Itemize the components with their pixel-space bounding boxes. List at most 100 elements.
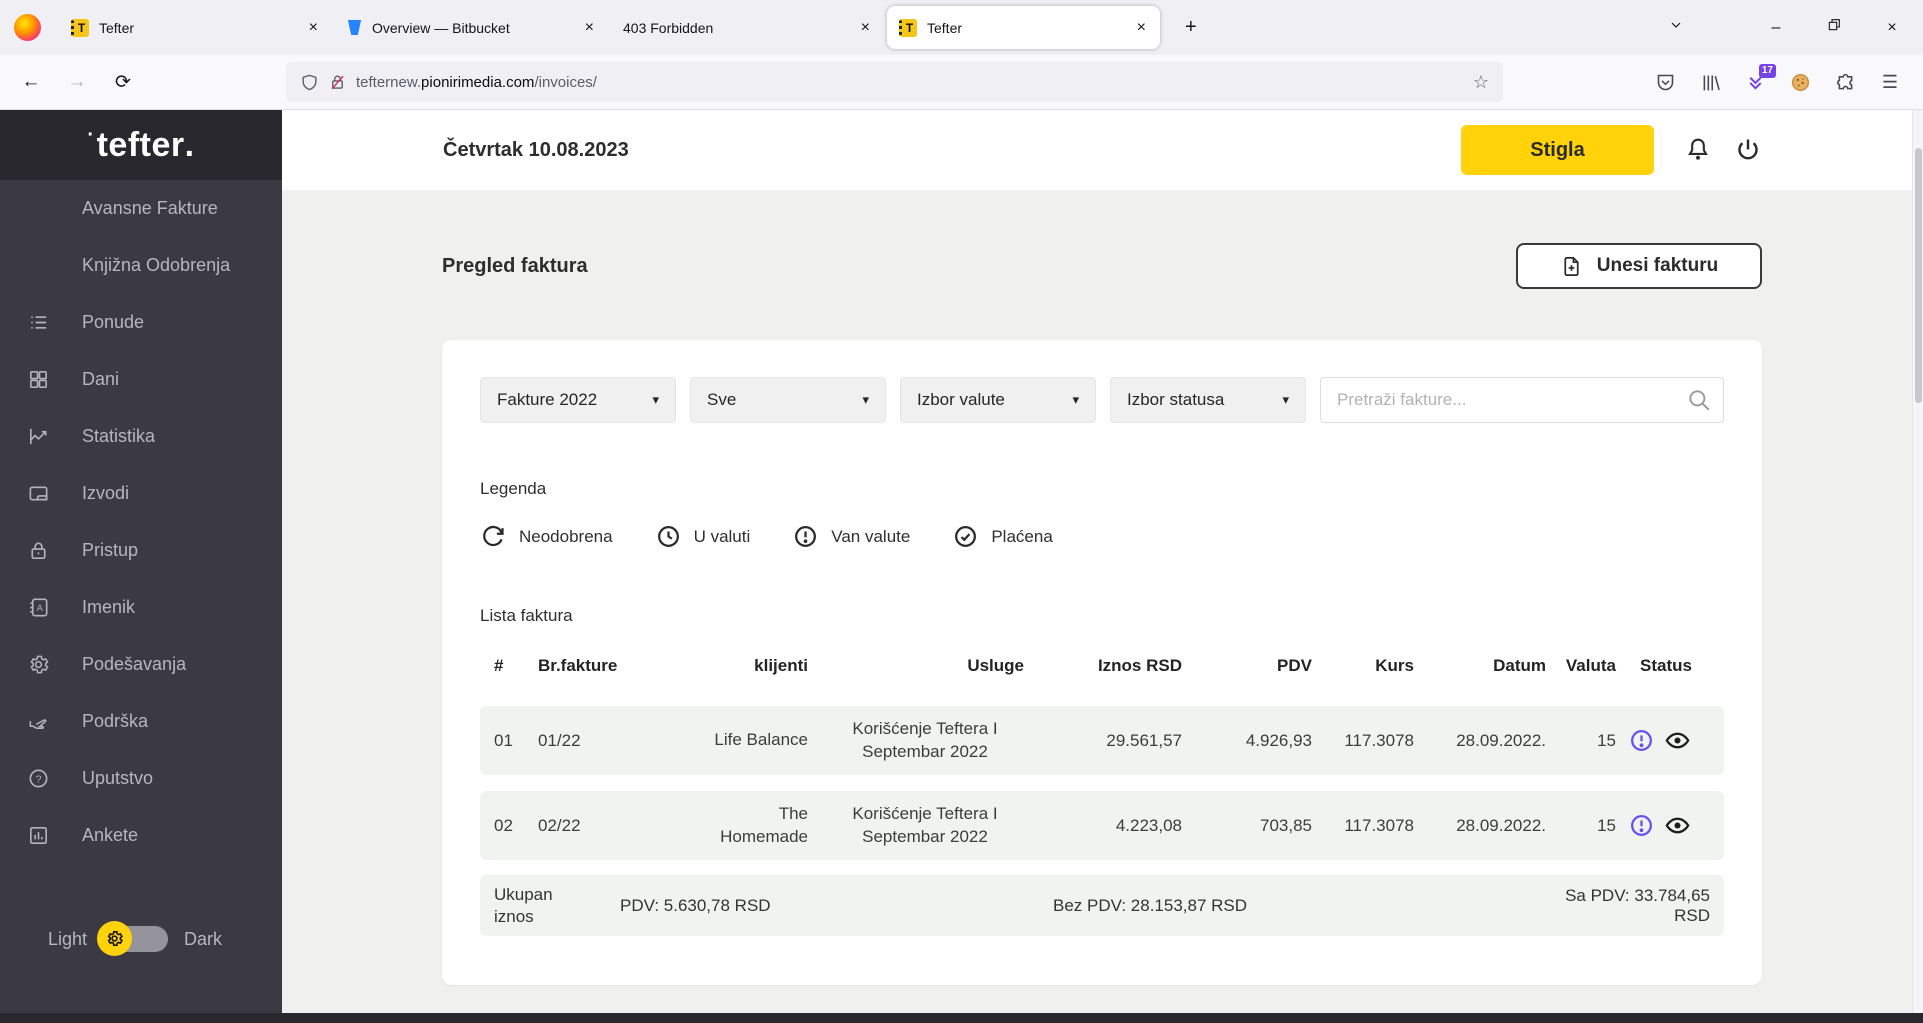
scrollbar-thumb[interactable] (1915, 148, 1922, 403)
list-title: Lista faktura (480, 606, 573, 625)
window-minimize-button[interactable]: – (1765, 19, 1787, 37)
sidebar-item-dani[interactable]: Dani (0, 351, 282, 408)
survey-icon (26, 824, 50, 848)
menu-icon[interactable]: ☰ (1875, 67, 1905, 97)
blank-icon (26, 254, 50, 278)
tab-title: Overview — Bitbucket (372, 19, 510, 36)
sidebar-item-label: Avansne Fakture (82, 198, 218, 218)
add-invoice-label: Unesi fakturu (1596, 255, 1719, 276)
totals-label: Ukupan iznos (494, 885, 553, 926)
sidebar-item-label: Ankete (82, 825, 139, 845)
legend-title: Legenda (480, 479, 547, 498)
currency-filter-dropdown[interactable]: Izbor valute ▾ (900, 377, 1096, 423)
legend-item-u-valuti: U valuti (655, 523, 750, 550)
status-filter-dropdown[interactable]: Izbor statusa ▾ (1110, 377, 1306, 423)
legend-item-van-valute: Van valute (792, 523, 910, 550)
sidebar-item-avansne-fakture[interactable]: Avansne Fakture (0, 180, 282, 237)
theme-toggle[interactable]: Light Dark (0, 921, 223, 956)
support-hand-icon (26, 710, 50, 734)
client-filter-dropdown[interactable]: Sve ▾ (690, 377, 886, 423)
list-all-tabs-icon[interactable] (1665, 17, 1687, 38)
sidebar-item-label: Imenik (82, 597, 136, 617)
tab-tefter-active[interactable]: T Tefter × (887, 6, 1160, 49)
sidebar-item-uputstvo[interactable]: ? Uputstvo (0, 750, 282, 807)
year-filter-dropdown[interactable]: Fakture 2022 ▾ (480, 377, 676, 423)
sidebar-item-statistika[interactable]: Statistika (0, 408, 282, 465)
tab-close-icon[interactable]: × (1133, 18, 1150, 38)
logout-power-icon[interactable] (1734, 136, 1762, 164)
sync-icon (483, 525, 504, 547)
new-tab-button[interactable]: + (1177, 12, 1205, 43)
table-row: 01 01/22 Life Balance Korišćenje Teftera… (480, 706, 1724, 775)
status-exclamation-icon[interactable] (1628, 812, 1655, 839)
theme-dark-label: Dark (184, 928, 223, 949)
page-scrollbar[interactable] (1912, 110, 1923, 1013)
extensions-puzzle-icon[interactable] (1830, 67, 1860, 97)
wallet-icon (26, 482, 50, 506)
sidebar-item-imenik[interactable]: A Imenik (0, 579, 282, 636)
blank-icon (26, 197, 50, 221)
stigla-button[interactable]: Stigla (1461, 125, 1654, 175)
invoices-card: Fakture 2022 ▾ Sve ▾ Izbor valute ▾ Izbo… (442, 340, 1762, 985)
tab-close-icon[interactable]: × (857, 18, 874, 38)
tab-title: Tefter (927, 19, 963, 36)
sidebar-item-label: Podrška (82, 711, 149, 731)
legend-item-placena: Plaćena (952, 523, 1053, 550)
tab-close-icon[interactable]: × (581, 18, 598, 38)
sidebar-item-pristup[interactable]: Pristup (0, 522, 282, 579)
sidebar-item-label: Podešavanja (82, 654, 187, 674)
bottom-dark-strip (0, 1013, 1923, 1023)
sidebar-item-ankete[interactable]: Ankete (0, 807, 282, 864)
app-header: Četvrtak 10.08.2023 Stigla (282, 110, 1923, 190)
sun-gear-icon (107, 930, 124, 947)
notifications-bell-icon[interactable] (1684, 136, 1712, 164)
add-invoice-button[interactable]: Unesi fakturu (1516, 243, 1762, 289)
clock-icon (657, 526, 679, 547)
sidebar-item-podesavanja[interactable]: Podešavanja (0, 636, 282, 693)
sidebar-item-knjizna-odobrenja[interactable]: Knjižna Odobrenja (0, 237, 282, 294)
tab-403-forbidden[interactable]: 403 Forbidden × (611, 6, 884, 49)
help-icon: ? (26, 767, 50, 791)
sidebar-item-ponude[interactable]: Ponude (0, 294, 282, 351)
status-exclamation-icon[interactable] (1628, 727, 1655, 754)
tracking-shield-icon[interactable] (300, 73, 319, 92)
cookie-icon[interactable] (1785, 67, 1815, 97)
sidebar-item-label: Statistika (82, 426, 156, 446)
totals-bez-pdv: Bez PDV: 28.153,87 RSD (1053, 895, 1248, 915)
pocket-icon[interactable] (1650, 67, 1680, 97)
downloads-icon[interactable]: 17 (1740, 64, 1776, 97)
view-eye-icon[interactable] (1664, 727, 1691, 754)
totals-row: Ukupan iznos PDV: 5.630,78 RSD Bez PDV: … (480, 875, 1724, 936)
chevron-down-icon: ▾ (1282, 392, 1289, 407)
theme-toggle-knob[interactable] (97, 921, 133, 956)
search-input[interactable] (1320, 377, 1724, 423)
sidebar-item-podrska[interactable]: Podrška (0, 693, 282, 750)
chevron-down-icon: ▾ (1072, 392, 1079, 407)
view-eye-icon[interactable] (1664, 812, 1691, 839)
page-title: Pregled faktura (442, 254, 588, 277)
bookmark-star-icon[interactable]: ☆ (1473, 72, 1489, 93)
window-close-button[interactable]: × (1881, 19, 1903, 37)
back-button[interactable]: ← (14, 65, 48, 99)
library-icon[interactable] (1695, 67, 1725, 97)
url-text[interactable]: tefternew.pionirimedia.com/invoices/ (356, 74, 597, 91)
forward-button[interactable]: → (60, 65, 94, 99)
url-bar[interactable]: tefternew.pionirimedia.com/invoices/ ☆ (286, 62, 1503, 102)
tab-tefter-1[interactable]: T Tefter × (59, 6, 332, 49)
totals-sa-pdv: Sa PDV: 33.784,65 RSD (1565, 885, 1710, 925)
sidebar-item-label: Izvodi (82, 483, 130, 503)
svg-text:?: ? (35, 773, 41, 785)
list-icon (26, 311, 50, 335)
chevron-down-icon: ▾ (862, 392, 869, 407)
tab-close-icon[interactable]: × (305, 18, 322, 38)
legend-item-neodobrena: Neodobrena (480, 523, 613, 550)
grid-icon (26, 368, 50, 392)
theme-toggle-pill[interactable] (97, 921, 169, 956)
tab-bitbucket[interactable]: Overview — Bitbucket × (335, 6, 608, 49)
insecure-lock-icon[interactable] (328, 73, 347, 92)
sidebar-item-izvodi[interactable]: Izvodi (0, 465, 282, 522)
reload-button[interactable]: ⟳ (106, 65, 140, 99)
current-date: Četvrtak 10.08.2023 (443, 138, 629, 161)
search-icon (1686, 387, 1712, 413)
window-restore-button[interactable] (1823, 17, 1845, 38)
